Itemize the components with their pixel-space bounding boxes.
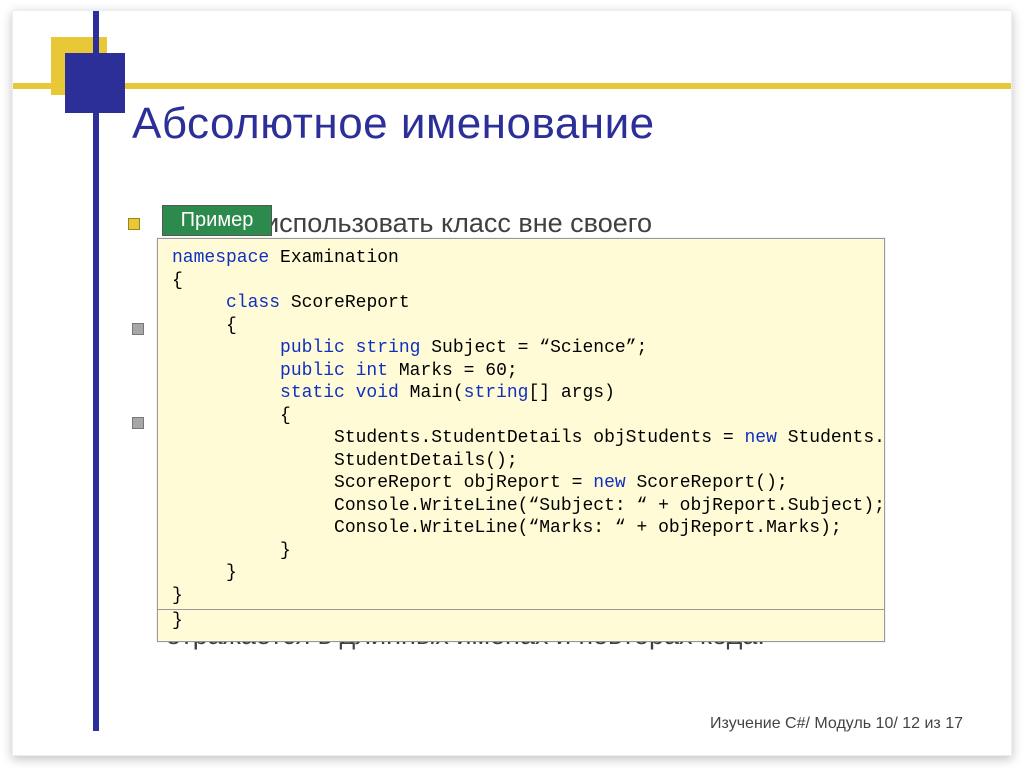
- code-box-separator: }: [158, 609, 884, 633]
- slide-card: Абсолютное именование Примет использоват…: [12, 10, 1012, 756]
- vertical-accent-line: [93, 11, 99, 731]
- example-badge: Пример: [162, 205, 272, 236]
- code-block: namespace Examination { class ScoreRepor…: [172, 247, 870, 607]
- bullet-1-visible-fragment: ет использовать класс вне своего: [230, 208, 652, 238]
- horizontal-accent-line: [13, 83, 1011, 89]
- footer-text: Изучение C#/ Модуль 10/ 12 из 17: [710, 715, 963, 733]
- code-example-box: namespace Examination { class ScoreRepor…: [157, 238, 885, 642]
- slide-title: Абсолютное именование: [132, 99, 655, 149]
- bullet-square-icon: [132, 417, 144, 429]
- bullet-square-icon: [128, 218, 140, 230]
- bullet-square-icon: [132, 323, 144, 335]
